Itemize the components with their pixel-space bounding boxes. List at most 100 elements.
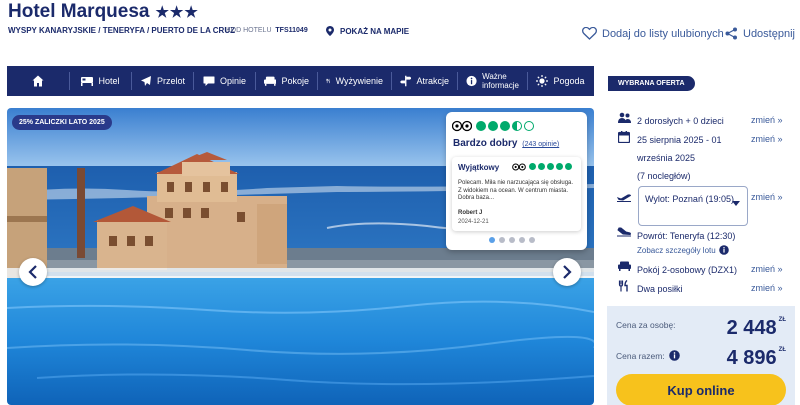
currency: ZŁ [778, 347, 786, 353]
dates-text: 25 sierpnia 2025 - 01 września 2025 [637, 135, 722, 163]
rating-dots [476, 121, 534, 131]
buy-online-button[interactable]: Kup online [616, 374, 786, 405]
price-total: 4 896 ZŁ [727, 347, 786, 370]
review-author: Robert J [458, 210, 483, 216]
room-text: Pokój 2-osobowy (DZX1) [637, 265, 738, 275]
rating-dot [500, 121, 510, 131]
sofa-icon [264, 76, 277, 86]
rating-dot [476, 121, 486, 131]
tripadvisor-owl-icon [512, 163, 526, 171]
gallery-next-button[interactable] [553, 258, 581, 286]
hotel-code-label: KOD HOTELU [226, 27, 272, 34]
board-text: Dwa posiłki [637, 284, 683, 294]
nav-weather[interactable]: Pogoda [527, 72, 593, 90]
pager-dot[interactable] [509, 237, 515, 243]
change-guests-link[interactable]: zmień » [751, 115, 783, 125]
info-icon[interactable] [668, 350, 680, 361]
nav-label: Przelot [156, 76, 185, 86]
review-rating-dots [529, 163, 572, 170]
nav-rooms[interactable]: Pokoje [255, 72, 317, 90]
review-date: 2024-12-21 [458, 219, 489, 225]
sun-icon [536, 75, 549, 87]
dates-block: 25 sierpnia 2025 - 01 września 2025 (7 n… [637, 131, 733, 185]
signpost-icon [400, 75, 412, 87]
share-label: Udostępnij [743, 27, 795, 40]
offer-guests: 2 dorosłych + 0 dzieci [617, 112, 724, 130]
hotel-code: KOD HOTELU TFS11049 [226, 27, 308, 34]
change-label: zmień [751, 134, 776, 144]
nav-label: Ważne informacje [482, 72, 519, 90]
nav-label: Atrakcje [416, 76, 449, 86]
nav-label: Wyżywienie [335, 76, 383, 86]
change-dates-link[interactable]: zmień » [751, 134, 783, 144]
pager-dot[interactable] [499, 237, 505, 243]
nav-attractions[interactable]: Atrakcje [391, 72, 457, 90]
change-label: zmień [751, 264, 776, 274]
hotel-code-value: TFS11049 [275, 27, 308, 34]
sofa-icon [617, 261, 631, 271]
guests-text: 2 dorosłych + 0 dzieci [637, 116, 724, 126]
home-icon [32, 75, 44, 87]
rating-dot [512, 121, 522, 131]
breadcrumb[interactable]: WYSPY KANARYJSKIE / TENERYFA / PUERTO DE… [8, 26, 235, 35]
currency: ZŁ [778, 317, 786, 323]
change-label: zmień [751, 283, 776, 293]
review-pager [489, 237, 535, 243]
nav-board[interactable]: Wyżywienie [317, 72, 391, 90]
nav-label: Opinie [219, 76, 246, 86]
cutlery-icon [618, 280, 628, 292]
rating-dot [556, 163, 563, 170]
show-on-map-link[interactable]: POKAŻ NA MAPIE [326, 26, 409, 36]
change-board-link[interactable]: zmień » [751, 283, 783, 293]
price-per-person-value: 2 448 [726, 317, 777, 339]
rating-dot [538, 163, 545, 170]
departure-text: Wylot: Poznań (19:05) [645, 194, 734, 204]
price-per-person: 2 448 ZŁ [727, 317, 786, 340]
nav-important-info[interactable]: Ważne informacje [457, 72, 527, 90]
reviews-count-link[interactable]: (243 opinie) [522, 141, 559, 148]
nav-reviews[interactable]: Opinie [193, 72, 255, 90]
flight-details-link[interactable]: Zobacz szczegóły lotu [637, 245, 729, 255]
plane-departure-icon-wrap [616, 190, 632, 208]
chevron-right-icon [563, 265, 572, 279]
price-per-person-label: Cena za osobę: [616, 320, 676, 330]
chevron-down-icon [732, 201, 740, 206]
nights-text: (7 nocległów) [637, 171, 691, 181]
change-label: zmień [751, 115, 776, 125]
add-to-favorites-label: Dodaj do listy ulubionych [602, 27, 724, 40]
share-button[interactable]: Udostępnij [725, 27, 795, 40]
review-title: Wyjątkowy [458, 163, 500, 172]
pager-dot[interactable] [519, 237, 525, 243]
chevron-left-icon [28, 265, 37, 279]
heart-icon [582, 27, 597, 40]
nav-home[interactable] [7, 72, 69, 90]
price-total-value: 4 896 [726, 347, 777, 369]
plane-icon [140, 76, 151, 86]
share-icon [725, 27, 737, 40]
nav-hotel[interactable]: Hotel [69, 72, 131, 90]
price-total-row: Cena razem: [616, 350, 680, 361]
return-text: Powrót: Teneryfa (12:30) [637, 231, 736, 241]
pager-dot[interactable] [489, 237, 495, 243]
nav-flight[interactable]: Przelot [131, 72, 193, 90]
nav-label: Pokoje [281, 76, 309, 86]
calendar-icon [618, 131, 630, 143]
tripadvisor-review-card[interactable]: Bardzo dobry (243 opinie) Wyjątkowy Pole… [446, 112, 587, 250]
people-icon [617, 112, 631, 123]
price-total-label: Cena razem: [616, 350, 665, 361]
review-text: Polecam. Miła nie narzucająca się obsług… [458, 180, 574, 201]
change-label: zmień [751, 192, 776, 202]
map-pin-icon [326, 26, 334, 36]
flight-details-label: Zobacz szczegóły lotu [637, 245, 716, 255]
departure-flight-select[interactable]: Wylot: Poznań (19:05) [638, 186, 748, 226]
change-room-link[interactable]: zmień » [751, 264, 783, 274]
plane-arrival-icon [617, 227, 631, 237]
gallery-prev-button[interactable] [19, 258, 47, 286]
offer-room: Pokój 2-osobowy (DZX1) [617, 261, 737, 279]
pager-dot[interactable] [529, 237, 535, 243]
change-flight-link[interactable]: zmień » [751, 192, 783, 202]
review-item[interactable]: Wyjątkowy Polecam. Miła nie narzucająca … [452, 157, 581, 231]
offer-header: WYBRANA OFERTA [608, 76, 695, 91]
rating-dot [529, 163, 536, 170]
add-to-favorites-button[interactable]: Dodaj do listy ulubionych [582, 27, 724, 40]
